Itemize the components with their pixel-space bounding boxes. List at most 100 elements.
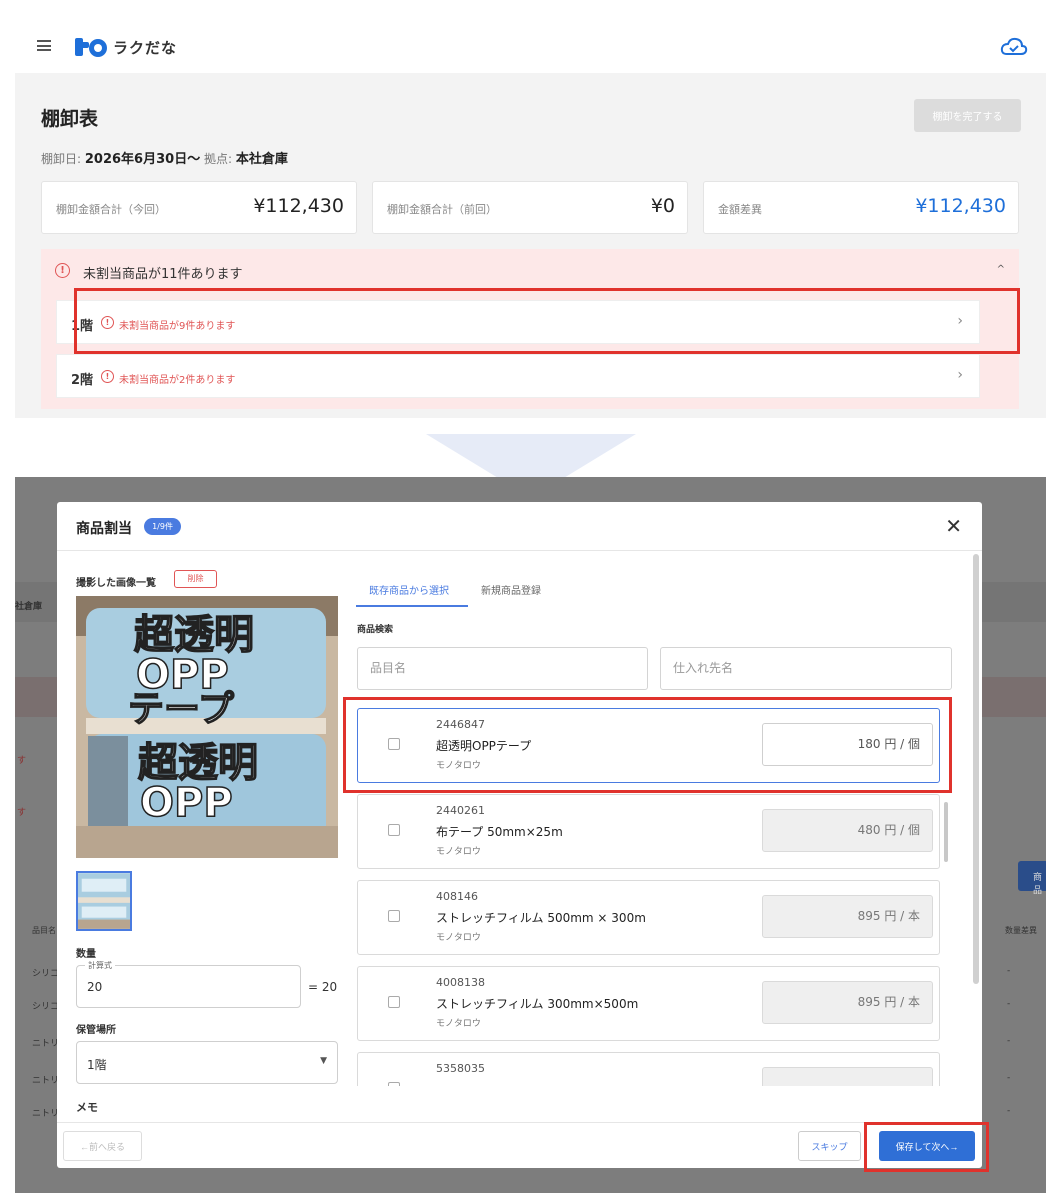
collapse-icon[interactable]: ^ (997, 264, 1005, 275)
product-code: 408146 (436, 890, 478, 903)
summary-card-previous: 棚卸金額合計（前回） ¥0 (372, 181, 688, 234)
floor-row-2[interactable]: 2階 ! 未割当商品が2件あります › (56, 354, 980, 398)
storage-label: 保管場所 (76, 1025, 116, 1036)
formula-value: 20 (87, 980, 103, 994)
unit-price-input: 895 円 / 本 (762, 981, 933, 1024)
footer-divider (57, 1122, 982, 1123)
location-value: 本社倉庫 (235, 152, 288, 167)
photo-text: テープ (128, 689, 234, 730)
backdrop-col: 数量差異 (1005, 926, 1037, 935)
backdrop-text: - (1007, 1036, 1011, 1046)
image-placeholder-icon (388, 1082, 400, 1086)
summary-value: ¥112,430 (915, 195, 1006, 217)
summary-card-current: 棚卸金額合計（今回） ¥112,430 (41, 181, 357, 234)
storage-value: 1階 (87, 1058, 107, 1072)
product-card[interactable]: 4008138 ストレッチフィルム 300mm×500m モノタロウ 895 円… (357, 966, 940, 1041)
previous-button[interactable]: ←前へ戻る (63, 1131, 142, 1161)
item-name-search-input[interactable]: 品目名 (357, 647, 648, 690)
summary-value: ¥112,430 (253, 195, 344, 217)
backdrop-text: シリコ (32, 1002, 60, 1012)
inventory-screen: ラクだな 棚卸表 棚卸を完了する 棚卸日: 2026年6月30日〜 拠点: 本社… (15, 18, 1046, 418)
chevron-right-icon: › (957, 367, 963, 383)
quantity-result: = 20 (308, 980, 338, 994)
images-title: 撮影した画像一覧 (76, 578, 156, 589)
product-code: 2440261 (436, 804, 485, 817)
product-maker: モノタロウ (436, 847, 481, 857)
alert-title: 未割当商品が11件あります (83, 267, 243, 282)
cloud-sync-icon[interactable] (1000, 36, 1028, 58)
unit-price-input: 480 円 / 個 (762, 809, 933, 852)
highlight-frame (343, 697, 952, 793)
menu-icon[interactable] (37, 40, 51, 51)
warning-icon: ! (55, 263, 70, 278)
location-label: 拠点: (204, 152, 233, 166)
summary-label: 棚卸金額合計（前回） (387, 203, 497, 216)
product-name: ストレッチフィルム 300mm×500m (436, 997, 639, 1011)
summary-label: 棚卸金額合計（今回） (56, 203, 166, 216)
product-assign-modal: 商品割当 1/9件 ✕ 撮影した画像一覧 削除 超透明 OPP テープ 超透明 … (57, 502, 982, 1168)
backdrop-location: 社倉庫 (15, 602, 43, 612)
modal-title: 商品割当 (76, 521, 132, 537)
complete-inventory-button[interactable]: 棚卸を完了する (914, 99, 1021, 132)
backdrop-text: - (1007, 1073, 1011, 1083)
tab-new-product[interactable]: 新規商品登録 (481, 582, 541, 597)
image-placeholder-icon (388, 824, 400, 836)
highlight-frame (74, 288, 1020, 354)
summary-label: 金額差異 (718, 203, 762, 216)
floor-name: 2階 (71, 373, 94, 388)
backdrop-text: - (1007, 1106, 1011, 1116)
app-bar: ラクだな (15, 18, 1046, 73)
search-label: 商品検索 (357, 625, 394, 635)
backdrop-button-label: 商品 (1033, 873, 1043, 896)
backdrop-text: す (17, 756, 27, 766)
inventory-meta: 棚卸日: 2026年6月30日〜 拠点: 本社倉庫 (41, 148, 288, 167)
quantity-label: 数量 (76, 949, 96, 960)
product-card[interactable]: 2440261 布テープ 50mm×25m モノタロウ 480 円 / 個 (357, 794, 940, 869)
product-maker: モノタロウ (436, 933, 481, 943)
product-card[interactable]: 5358035 (357, 1052, 940, 1086)
image-placeholder-icon (388, 910, 400, 922)
summary-card-difference: 金額差異 ¥112,430 (703, 181, 1019, 234)
header-divider (57, 550, 982, 551)
backdrop-text: - (1007, 999, 1011, 1009)
product-code: 5358035 (436, 1062, 485, 1075)
skip-button[interactable]: スキップ (798, 1131, 861, 1161)
backdrop-text: シリコ (32, 969, 60, 979)
backdrop-text: ニトリ (32, 1039, 60, 1049)
formula-legend: 計算式 (85, 960, 115, 971)
backdrop-text: ニトリ (32, 1076, 60, 1086)
image-placeholder-icon (388, 996, 400, 1008)
warning-icon: ! (101, 370, 114, 383)
results-scroll-thumb[interactable] (944, 802, 948, 862)
memo-label: メモ (76, 1101, 98, 1114)
app-name: ラクだな (113, 39, 178, 57)
storage-select[interactable]: 1階 ▼ (76, 1041, 338, 1084)
tab-existing-product[interactable]: 既存商品から選択 (369, 582, 449, 597)
quantity-formula-input[interactable]: 計算式 20 (76, 960, 301, 1008)
summary-value: ¥0 (650, 195, 675, 217)
backdrop-text: - (1007, 966, 1011, 976)
unit-price-input (762, 1067, 933, 1086)
product-code: 4008138 (436, 976, 485, 989)
logo-icon (75, 38, 107, 57)
backdrop-text: ニトリ (32, 1109, 60, 1119)
backdrop-button: 商品 (1018, 861, 1046, 896)
product-card[interactable]: 408146 ストレッチフィルム 500mm × 300m モノタロウ 895 … (357, 880, 940, 955)
backdrop-col: 品目名 (32, 926, 56, 935)
chevron-down-icon: ▼ (320, 1056, 327, 1066)
floor-message: 未割当商品が2件あります (119, 375, 236, 386)
highlight-frame (864, 1122, 989, 1172)
modal-scrollbar[interactable] (973, 554, 979, 984)
photo-thumbnail[interactable] (76, 871, 132, 931)
backdrop-text: す (17, 808, 27, 818)
product-name: ストレッチフィルム 500mm × 300m (436, 911, 646, 925)
supplier-search-input[interactable]: 仕入れ先名 (660, 647, 952, 690)
delete-image-button[interactable]: 削除 (174, 570, 217, 588)
close-icon[interactable]: ✕ (945, 514, 962, 538)
progress-badge: 1/9件 (144, 518, 181, 535)
product-maker: モノタロウ (436, 1019, 481, 1029)
tab-indicator (356, 605, 468, 607)
unit-price-input: 895 円 / 本 (762, 895, 933, 938)
date-label: 棚卸日: (41, 152, 82, 166)
product-name: 布テープ 50mm×25m (436, 825, 563, 839)
